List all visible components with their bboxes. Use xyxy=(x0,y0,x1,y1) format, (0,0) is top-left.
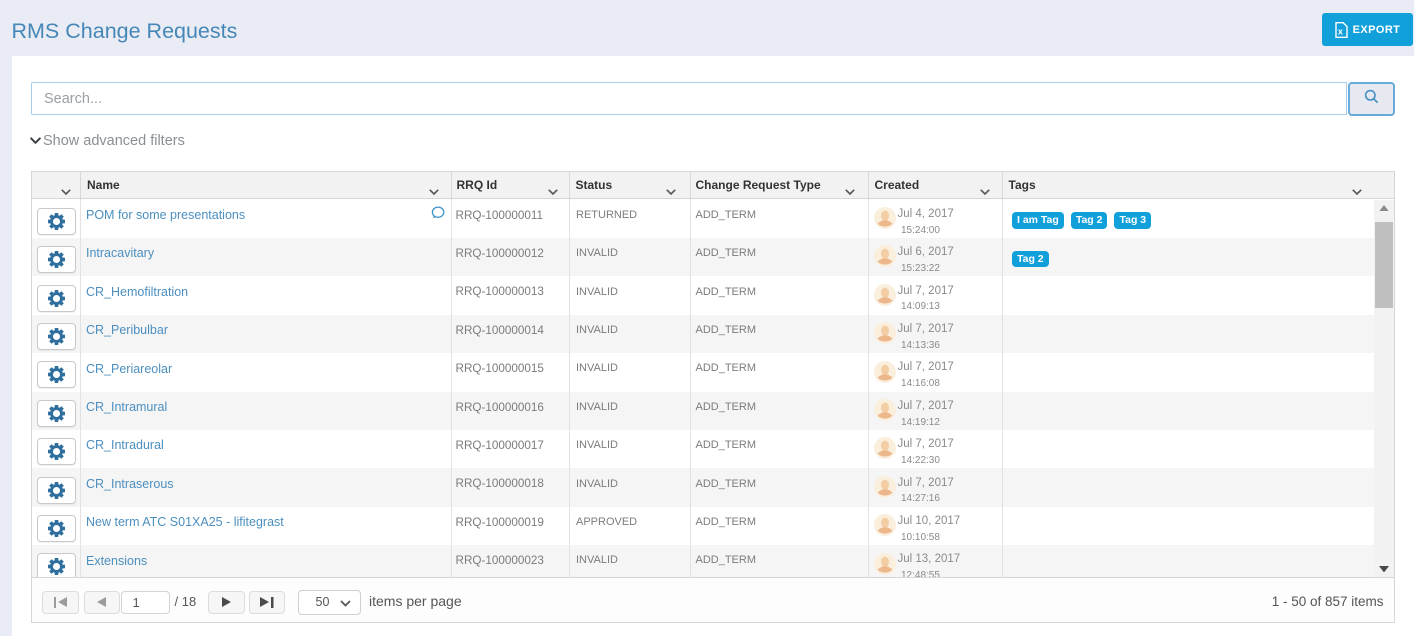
svg-text:x: x xyxy=(1338,26,1343,36)
